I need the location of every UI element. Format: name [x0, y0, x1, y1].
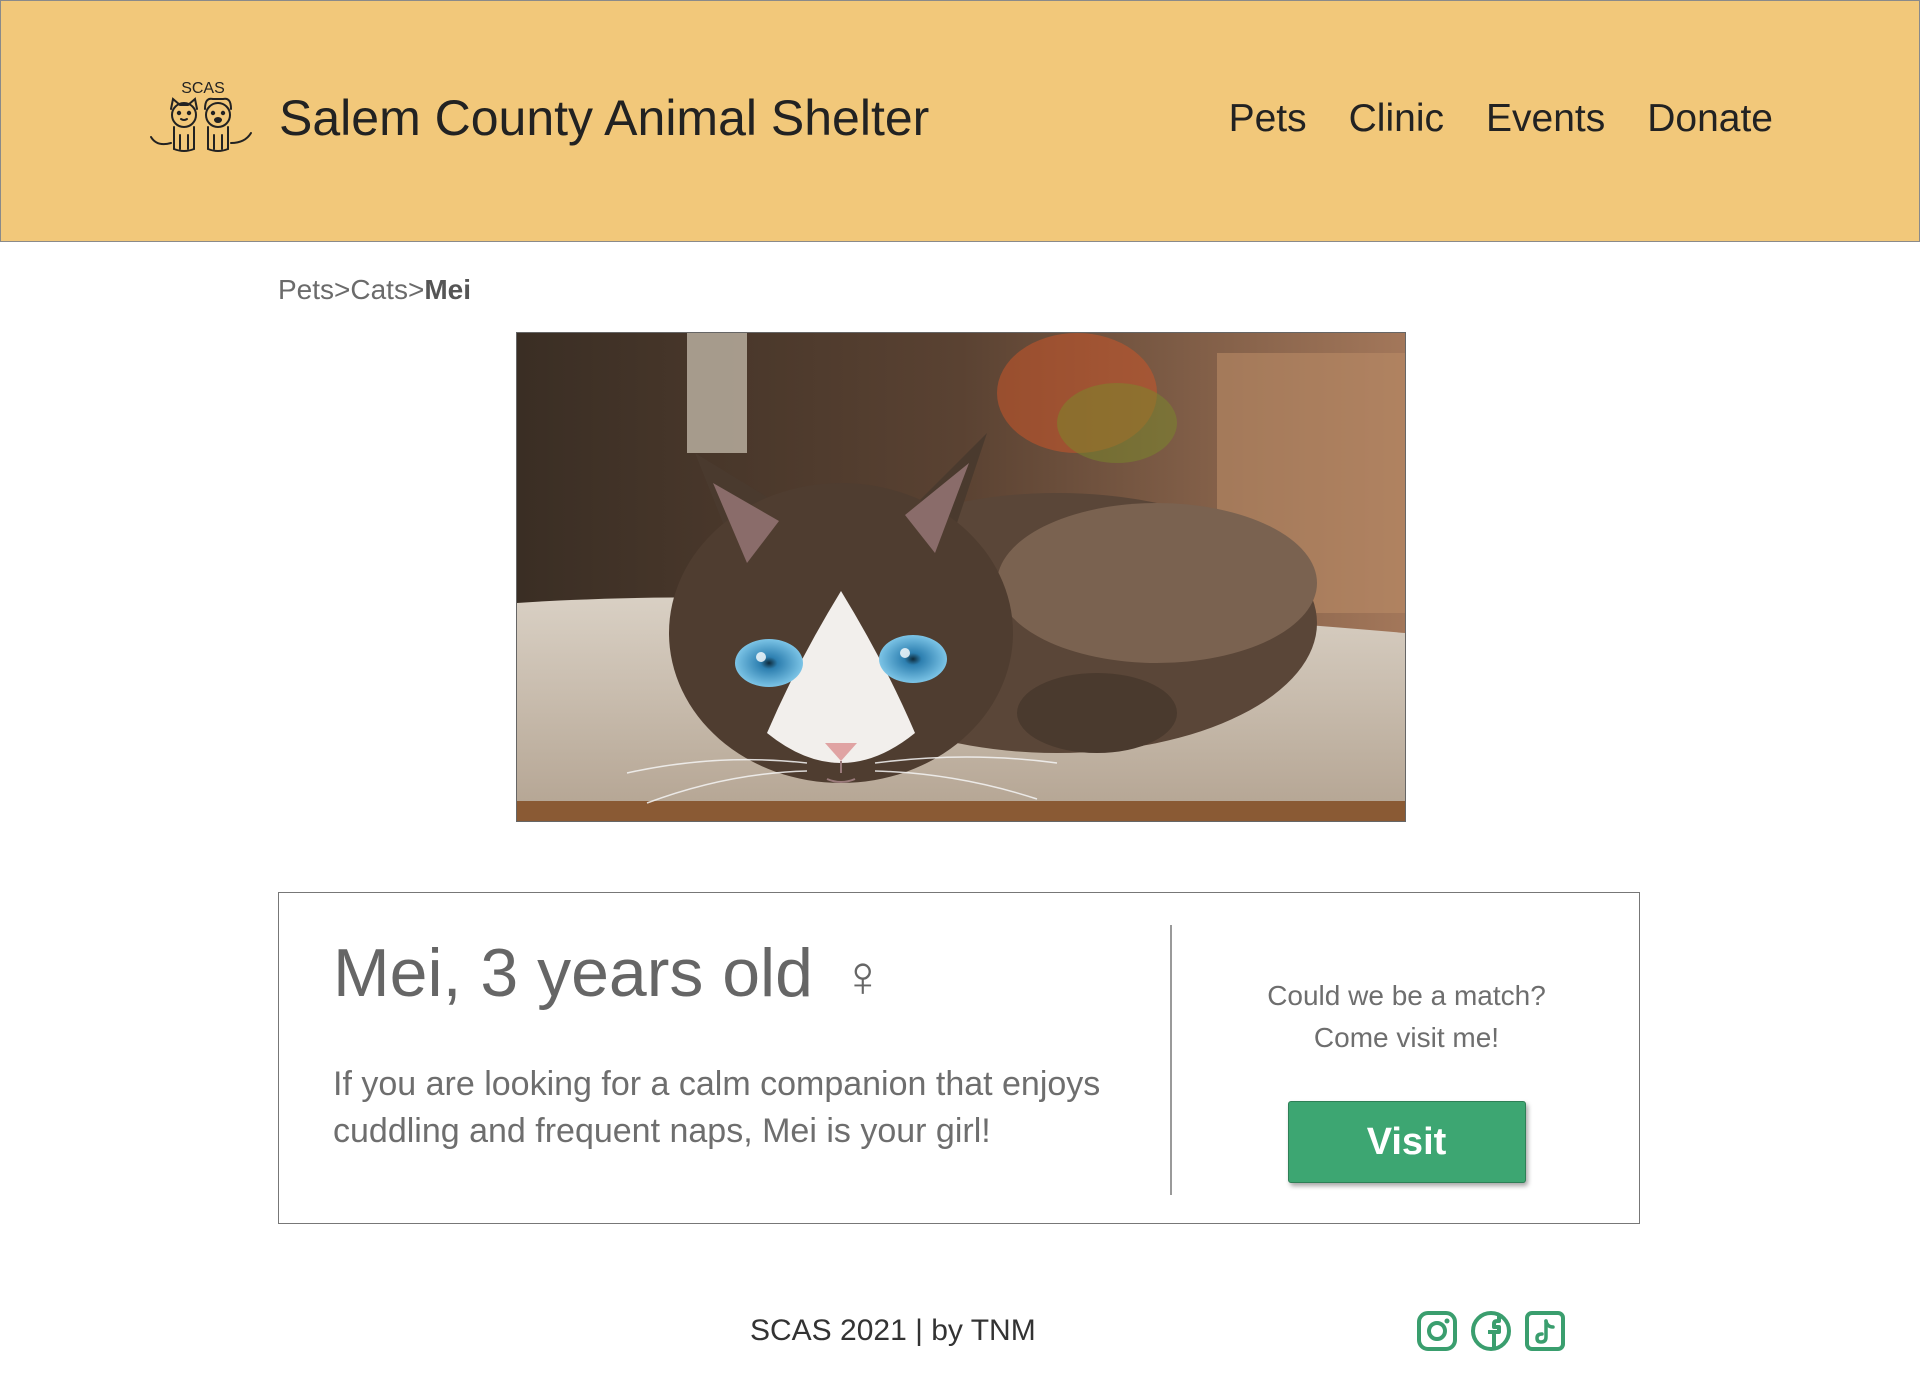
tiktok-icon[interactable]: [1524, 1310, 1566, 1352]
breadcrumb: Pets>Cats>Mei: [278, 274, 471, 306]
nav-pets[interactable]: Pets: [1229, 97, 1307, 141]
breadcrumb-separator: >: [407, 274, 425, 305]
breadcrumb-current: Mei: [424, 274, 472, 305]
cat-photo-icon: [517, 333, 1405, 821]
nav-clinic[interactable]: Clinic: [1349, 97, 1444, 141]
breadcrumb-separator: >: [334, 274, 351, 305]
pet-name-age: Mei, 3 years old: [333, 935, 813, 1011]
site-title[interactable]: Salem County Animal Shelter: [279, 89, 929, 147]
visit-cta: Could we be a match? Come visit me! Visi…: [1172, 975, 1641, 1183]
breadcrumb-pets[interactable]: Pets: [278, 274, 334, 305]
instagram-icon[interactable]: [1416, 1310, 1458, 1352]
visit-button[interactable]: Visit: [1287, 1101, 1526, 1183]
facebook-icon[interactable]: [1470, 1310, 1512, 1352]
cta-invite: Come visit me!: [1313, 1022, 1500, 1053]
main-nav: Pets Clinic Events Donate: [1229, 97, 1773, 141]
pet-info-card: Mei, 3 years old ♀ If you are looking for…: [278, 892, 1640, 1224]
female-icon: ♀: [840, 944, 885, 1009]
nav-events[interactable]: Events: [1486, 97, 1605, 141]
footer-credit: SCAS 2021 | by TNM: [750, 1314, 1036, 1347]
pet-description: If you are looking for a calm companion …: [333, 1064, 1101, 1151]
site-header: SCAS Salem County Animal Shelter Pets Cl…: [0, 0, 1920, 242]
scas-logo[interactable]: SCAS: [147, 77, 259, 169]
breadcrumb-cats[interactable]: Cats: [350, 274, 408, 305]
pet-details: Mei, 3 years old ♀ If you are looking for…: [333, 933, 1153, 1156]
cta-question: Could we be a match?: [1267, 980, 1546, 1011]
pet-photo: [516, 332, 1406, 822]
pet-heading: Mei, 3 years old ♀: [333, 933, 1153, 1015]
social-links: [1416, 1310, 1566, 1352]
logo-text: SCAS: [181, 80, 225, 97]
pets-logo-icon: SCAS: [150, 80, 252, 152]
nav-donate[interactable]: Donate: [1647, 97, 1773, 141]
